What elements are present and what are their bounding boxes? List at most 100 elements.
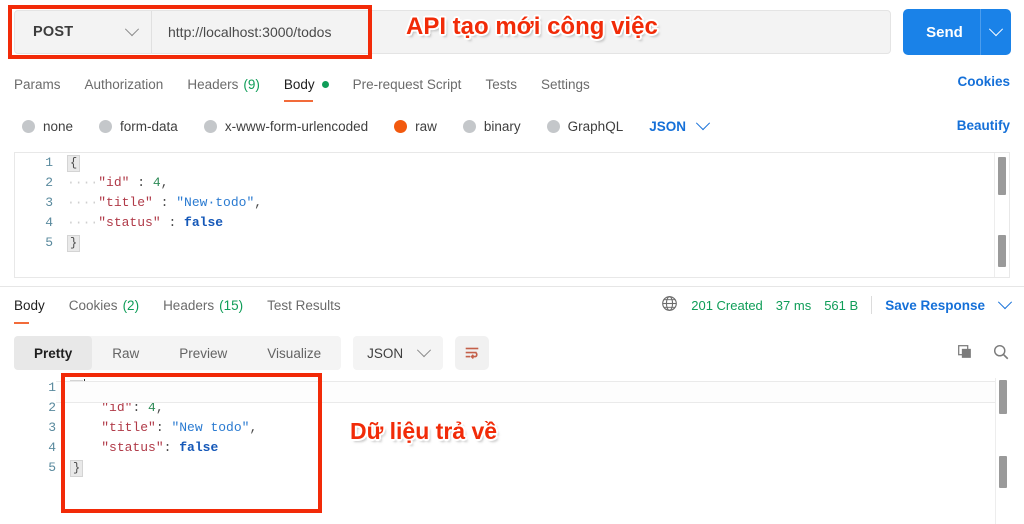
response-size: 561 B [824,297,859,313]
json-key: "title" [101,420,156,435]
radio-icon [462,119,476,133]
body-type-row: none form-data x-www-form-urlencoded raw bin… [0,110,1024,142]
indent-dots: ···· [67,175,99,190]
radio-icon [546,119,560,133]
view-mode-preview[interactable]: Preview [159,336,247,370]
scrollbar-thumb-lower[interactable] [998,235,1006,267]
code-line: 3 "title": "New todo", [14,418,1010,438]
body-type-binary[interactable]: binary [462,119,521,134]
code-text: { [67,153,1009,173]
body-type-label: raw [415,118,437,134]
response-time: 37 ms [775,297,812,313]
copy-icon[interactable] [956,343,974,364]
line-number: 2 [45,175,53,190]
cookies-link[interactable]: Cookies [957,74,1010,89]
raw-format-label: JSON [649,118,686,134]
response-status: 201 Created [691,297,763,313]
request-tab-settings[interactable]: Settings [541,66,590,102]
request-tab-pre-request-script[interactable]: Pre-request Script [353,66,462,102]
tab-label: Headers [187,76,239,92]
request-tab-tests[interactable]: Tests [485,66,517,102]
code-text: ····"title" : "New·todo", [67,193,1009,213]
code-line: 1{ [15,153,1009,173]
response-tab-test-results[interactable]: Test Results [267,288,341,324]
code-text: "status": false [70,438,1010,458]
tab-count: (9) [243,76,260,92]
response-body-viewer[interactable]: 1{2 "id": 4,3 "title": "New todo",4 "sta… [14,378,1010,524]
radio-icon [394,119,408,133]
view-mode-visualize[interactable]: Visualize [247,336,341,370]
json-comma: , [160,175,169,190]
body-type-form-data[interactable]: form-data [99,119,178,134]
wrap-lines-icon [465,347,479,359]
response-tab-cookies[interactable]: Cookies (2) [69,288,139,324]
code-text: "title": "New todo", [70,418,1010,438]
tab-label: Authorization [84,76,164,92]
json-comma: , [249,420,258,435]
radio-icon [22,119,35,133]
line-number: 5 [45,235,53,250]
send-options-chevron-icon[interactable] [981,22,1011,37]
line-number: 3 [48,420,56,435]
request-tab-authorization[interactable]: Authorization [85,66,164,102]
request-editor-scrollbar[interactable] [994,153,1009,277]
scrollbar-thumb-upper[interactable] [999,380,1007,414]
raw-format-dropdown[interactable]: JSON [649,116,711,134]
meta-divider [871,296,873,314]
view-mode-pretty[interactable]: Pretty [14,336,93,370]
code-line: 4 ····"status" : false [15,213,1009,233]
tab-label: Cookies [68,298,118,313]
response-tab-body[interactable]: Body [14,288,45,324]
body-type-none[interactable]: none [22,119,73,134]
line-number: 1 [45,155,53,170]
tab-label: Headers [163,298,215,313]
response-view-controls: Pretty Raw Preview Visualize JSON [14,336,490,370]
globe-icon[interactable] [661,295,678,315]
line-number: 3 [45,195,53,210]
save-response-chevron-icon[interactable] [997,295,1013,310]
code-line: 5} [14,458,1010,478]
tab-count: (15) [219,298,244,313]
scrollbar-thumb-lower[interactable] [999,456,1007,488]
json-comma: , [254,195,263,210]
search-icon[interactable] [992,343,1010,364]
json-colon: : [152,195,177,210]
code-text: ····"id" : 4, [67,173,1009,193]
tab-label: Params [14,76,61,92]
chevron-down-icon [124,22,140,37]
request-tab-bar: Params Authorization Headers (9) Body Pre-req… [0,66,1024,102]
close-brace: } [67,235,81,252]
http-method-label: POST [33,24,74,40]
response-tab-headers[interactable]: Headers (15) [163,288,243,324]
code-line: 3 ····"title" : "New·todo", [15,193,1009,213]
json-key: "status" [98,215,161,230]
save-response-button[interactable]: Save Response [885,298,985,313]
open-brace: { [67,155,81,172]
radio-icon [99,119,113,133]
request-tab-body[interactable]: Body [283,66,329,102]
json-key: "id" [98,175,130,190]
json-colon: : [155,420,172,435]
code-line: 5} [15,233,1009,253]
json-string: "New todo" [171,420,250,435]
annotation-api-note: API tạo mới công việc [406,13,659,41]
indent-dots [70,440,101,455]
response-viewer-scrollbar[interactable] [995,378,1010,524]
request-tab-params[interactable]: Params [14,66,61,102]
send-button[interactable]: Send [903,9,1011,55]
body-type-graphql[interactable]: GraphQL [546,119,623,134]
body-type-x-www-form-urlencoded[interactable]: x-www-form-urlencoded [203,119,368,134]
body-type-raw[interactable]: raw [394,119,437,134]
http-method-dropdown[interactable]: POST [15,11,152,53]
scrollbar-thumb-upper[interactable] [998,157,1006,195]
wrap-lines-button[interactable] [455,336,490,370]
indent-dots [70,420,101,435]
indent-dots: ···· [67,215,99,230]
request-tab-headers[interactable]: Headers (9) [187,66,260,102]
request-body-editor[interactable]: 1{2 ····"id" : 4, 3 ····"title" : "New·todo… [14,152,1010,278]
json-key: "status" [101,440,164,455]
code-text: ····"status" : false [67,213,1009,233]
view-mode-raw[interactable]: Raw [92,336,159,370]
json-colon: : [129,175,153,190]
response-format-dropdown[interactable]: JSON [353,336,444,370]
